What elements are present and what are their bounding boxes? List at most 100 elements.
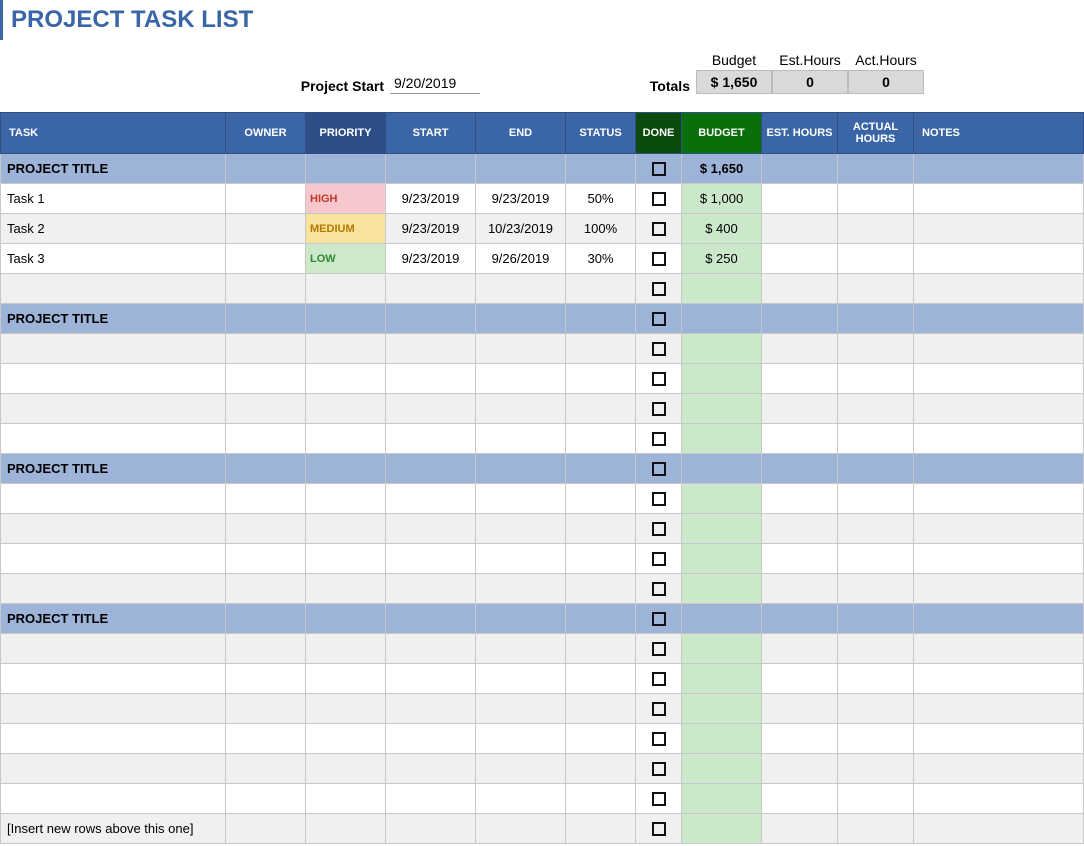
cell-task[interactable]	[1, 334, 226, 364]
cell-priority[interactable]	[306, 454, 386, 484]
cell-budget[interactable]	[682, 724, 762, 754]
cell-status[interactable]	[566, 784, 636, 814]
cell-priority[interactable]	[306, 514, 386, 544]
cell-done[interactable]	[636, 544, 682, 574]
cell-budget[interactable]	[682, 424, 762, 454]
cell-owner[interactable]	[226, 454, 306, 484]
cell-budget[interactable]	[682, 574, 762, 604]
cell-owner[interactable]	[226, 154, 306, 184]
cell-start[interactable]	[386, 754, 476, 784]
cell-status[interactable]: 30%	[566, 244, 636, 274]
cell-budget[interactable]	[682, 784, 762, 814]
cell-done[interactable]	[636, 604, 682, 634]
cell-priority[interactable]	[306, 784, 386, 814]
cell-status[interactable]	[566, 424, 636, 454]
cell-notes[interactable]	[914, 544, 1084, 574]
cell-start[interactable]	[386, 424, 476, 454]
cell-est[interactable]	[762, 544, 838, 574]
cell-act[interactable]	[838, 484, 914, 514]
cell-start[interactable]: 9/23/2019	[386, 184, 476, 214]
cell-act[interactable]	[838, 544, 914, 574]
cell-done[interactable]	[636, 424, 682, 454]
cell-status[interactable]	[566, 604, 636, 634]
cell-done[interactable]	[636, 244, 682, 274]
cell-done[interactable]	[636, 154, 682, 184]
cell-done[interactable]	[636, 574, 682, 604]
cell-owner[interactable]	[226, 514, 306, 544]
cell-task[interactable]: Task 1	[1, 184, 226, 214]
cell-owner[interactable]	[226, 334, 306, 364]
cell-end[interactable]: 10/23/2019	[476, 214, 566, 244]
cell-priority[interactable]	[306, 544, 386, 574]
cell-start[interactable]	[386, 784, 476, 814]
cell-status[interactable]	[566, 544, 636, 574]
checkbox-icon[interactable]	[652, 522, 666, 536]
checkbox-icon[interactable]	[652, 282, 666, 296]
cell-end[interactable]	[476, 574, 566, 604]
cell-budget[interactable]	[682, 544, 762, 574]
cell-done[interactable]	[636, 754, 682, 784]
cell-act[interactable]	[838, 274, 914, 304]
cell-priority[interactable]: HIGH	[306, 184, 386, 214]
cell-start[interactable]: 9/23/2019	[386, 214, 476, 244]
cell-start[interactable]	[386, 574, 476, 604]
table-row[interactable]	[1, 664, 1084, 694]
cell-est[interactable]	[762, 394, 838, 424]
table-row[interactable]	[1, 364, 1084, 394]
cell-end[interactable]	[476, 424, 566, 454]
cell-est[interactable]	[762, 574, 838, 604]
section-row[interactable]: PROJECT TITLE	[1, 304, 1084, 334]
col-header-act[interactable]: ACTUAL HOURS	[838, 113, 914, 154]
cell-start[interactable]	[386, 394, 476, 424]
cell-priority[interactable]	[306, 814, 386, 844]
table-row[interactable]	[1, 274, 1084, 304]
cell-est[interactable]	[762, 244, 838, 274]
table-row[interactable]: Task 2MEDIUM9/23/201910/23/2019100%$ 400	[1, 214, 1084, 244]
cell-notes[interactable]	[914, 514, 1084, 544]
cell-budget[interactable]: $ 250	[682, 244, 762, 274]
checkbox-icon[interactable]	[652, 192, 666, 206]
checkbox-icon[interactable]	[652, 762, 666, 776]
cell-status[interactable]: 50%	[566, 184, 636, 214]
table-row[interactable]	[1, 424, 1084, 454]
cell-start[interactable]	[386, 484, 476, 514]
cell-budget[interactable]	[682, 514, 762, 544]
checkbox-icon[interactable]	[652, 642, 666, 656]
cell-budget[interactable]	[682, 754, 762, 784]
cell-act[interactable]	[838, 574, 914, 604]
cell-end[interactable]	[476, 394, 566, 424]
cell-notes[interactable]	[914, 814, 1084, 844]
cell-owner[interactable]	[226, 244, 306, 274]
cell-est[interactable]	[762, 304, 838, 334]
cell-task[interactable]	[1, 784, 226, 814]
table-row[interactable]	[1, 784, 1084, 814]
cell-notes[interactable]	[914, 604, 1084, 634]
col-header-notes[interactable]: NOTES	[914, 113, 1084, 154]
cell-budget[interactable]	[682, 484, 762, 514]
cell-act[interactable]	[838, 754, 914, 784]
checkbox-icon[interactable]	[652, 162, 666, 176]
cell-budget[interactable]	[682, 274, 762, 304]
cell-owner[interactable]	[226, 574, 306, 604]
cell-owner[interactable]	[226, 544, 306, 574]
cell-task[interactable]: [Insert new rows above this one]	[1, 814, 226, 844]
cell-done[interactable]	[636, 784, 682, 814]
cell-start[interactable]	[386, 544, 476, 574]
cell-task[interactable]	[1, 634, 226, 664]
cell-start[interactable]	[386, 664, 476, 694]
cell-start[interactable]: 9/23/2019	[386, 244, 476, 274]
cell-notes[interactable]	[914, 574, 1084, 604]
cell-status[interactable]	[566, 154, 636, 184]
cell-act[interactable]	[838, 724, 914, 754]
table-row[interactable]	[1, 334, 1084, 364]
table-row[interactable]: Task 1HIGH9/23/20199/23/201950%$ 1,000	[1, 184, 1084, 214]
cell-budget[interactable]	[682, 664, 762, 694]
cell-act[interactable]	[838, 304, 914, 334]
cell-act[interactable]	[838, 334, 914, 364]
cell-owner[interactable]	[226, 274, 306, 304]
cell-owner[interactable]	[226, 724, 306, 754]
cell-act[interactable]	[838, 814, 914, 844]
cell-owner[interactable]	[226, 604, 306, 634]
cell-done[interactable]	[636, 274, 682, 304]
checkbox-icon[interactable]	[652, 582, 666, 596]
